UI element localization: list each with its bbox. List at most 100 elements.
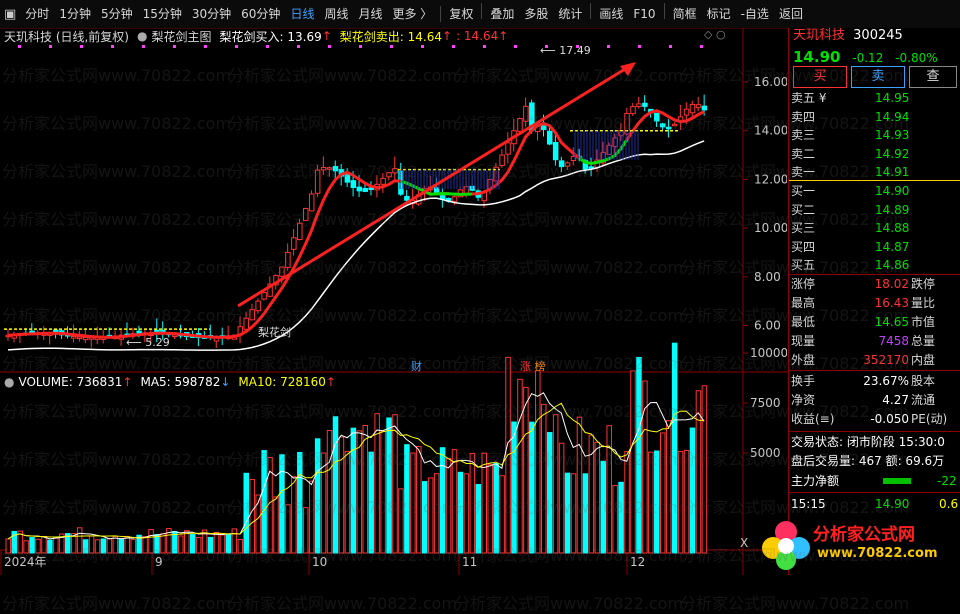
tool-button[interactable]: 多股 (519, 3, 553, 25)
asks-row[interactable]: 卖四 14.94 (791, 108, 959, 126)
stat-label: 总量 (911, 334, 936, 348)
volume-bar (541, 403, 547, 554)
candle-body (689, 103, 696, 114)
volume-bar (511, 421, 517, 554)
period-tabs: 分时 1分钟 5分钟 15分钟 30分钟 60分钟 日线 周线 月线 更多 〉 (20, 3, 437, 25)
period-tab[interactable]: 30分钟 (187, 3, 236, 25)
window-icon[interactable]: ▣ (0, 7, 20, 22)
arrow-left-icon: ⟵ (126, 336, 146, 349)
volume-bar (558, 442, 565, 554)
period-tab[interactable]: 60分钟 (236, 3, 285, 25)
toolbar-divider (663, 3, 665, 19)
flower-logo-icon (762, 521, 810, 570)
volume-bar (47, 539, 53, 554)
asks-row[interactable]: 卖一 14.91 (791, 163, 959, 181)
volume-bar (148, 529, 154, 554)
period-tab[interactable]: 月线 (353, 3, 387, 25)
expand-icon[interactable]: ◇ ○ (704, 28, 726, 41)
tool-button[interactable]: F10 (628, 3, 660, 25)
bids-price: 14.89 (875, 202, 910, 217)
period-tab[interactable]: 15分钟 (138, 3, 187, 25)
asks-price: 14.95 (875, 91, 910, 105)
candle-body (285, 251, 291, 268)
candle-body (671, 123, 678, 127)
candle-body (642, 102, 648, 107)
tool-button[interactable]: 复权 (444, 3, 478, 25)
tool-button[interactable]: 返回 (774, 3, 808, 25)
bids-row[interactable]: 买五 14.86 (791, 256, 959, 274)
signal-dot (142, 45, 145, 48)
candle-body (386, 172, 392, 178)
trade-state: 交易状态: 闭市阶段 15:30:0 (791, 435, 945, 449)
chart-area[interactable]: 16.00 14.00 12.00 10.00 8.00 6.00 10000 7500 500… (0, 28, 787, 575)
period-tab[interactable]: 分时 (20, 3, 54, 25)
sell-button[interactable]: 卖 (851, 66, 905, 88)
indicator-dot-icon[interactable]: ● (4, 375, 14, 389)
tool-button[interactable]: 简框 (668, 3, 702, 25)
tool-button[interactable]: -自选 (736, 3, 774, 25)
tool-button[interactable]: 画线 (594, 3, 628, 25)
stock-code: 300245 (853, 28, 903, 43)
tool-button[interactable]: 统计 (553, 3, 587, 25)
tick-volume: 0.6 (939, 497, 959, 511)
period-tab[interactable]: 1分钟 (54, 3, 96, 25)
volume-bar (368, 451, 374, 554)
volume-bar (106, 538, 113, 554)
signal-dot (452, 45, 455, 48)
volume-bar (303, 507, 309, 554)
sell-signal-extra: : 14.64 (456, 29, 499, 43)
bids-row[interactable]: 买四 14.87 (791, 238, 959, 256)
net-flow-bar (883, 478, 911, 484)
sell-signal-value: 梨花剑卖出: 14.64 (339, 29, 442, 44)
stat-row: 收益(≡) -0.050 PE(动) (791, 410, 959, 429)
asks-row[interactable]: 卖五 ¥ 14.95 (791, 89, 959, 107)
volume-bar (552, 414, 559, 554)
candle-body (243, 317, 249, 330)
period-tab[interactable]: 周线 (319, 3, 353, 25)
stat-label: 换手 (791, 374, 816, 388)
signal-dot (638, 45, 641, 48)
financial-report-marker[interactable]: 财 (411, 358, 422, 374)
tool-button[interactable]: 标记 (702, 3, 736, 25)
candle-body (261, 292, 267, 300)
bids-row[interactable]: 买三 14.88 (791, 219, 959, 237)
ma10-value: MA10: 728160 (238, 375, 326, 389)
stat-label: PE(动) (911, 412, 948, 426)
volume-value: VOLUME: 736831 (18, 375, 123, 389)
period-tab[interactable]: 5分钟 (96, 3, 138, 25)
trend-arrowhead-icon (620, 62, 636, 76)
volume-bar (386, 417, 392, 554)
volume-bar (648, 451, 654, 554)
volume-bar (279, 454, 285, 554)
divider (789, 431, 960, 432)
kline-chart[interactable]: 16.00 14.00 12.00 10.00 8.00 6.00 10000 7500 500… (0, 28, 787, 575)
asks-row[interactable]: 卖三 14.93 (791, 126, 959, 144)
volume-bar (326, 429, 333, 554)
volume-bar (94, 539, 101, 554)
buy-button[interactable]: 买 (793, 66, 847, 88)
ma-line-white (7, 140, 705, 351)
stat-row: 涨停 18.02 跌停 (791, 275, 959, 294)
period-tab[interactable]: 日线 (285, 3, 319, 25)
stat-row: 净资 4.27 流通 (791, 391, 959, 410)
candle-body (695, 104, 702, 109)
limit-up-marker[interactable]: 涨 榜 (520, 358, 546, 374)
indicator-name[interactable]: 梨花剑主图 (151, 28, 211, 45)
query-button[interactable]: 查 (909, 66, 957, 88)
volume-bar (273, 496, 279, 554)
tool-button[interactable]: 叠加 (485, 3, 519, 25)
period-tab[interactable]: 更多 〉 (387, 3, 437, 25)
volume-bar (237, 539, 244, 554)
volume-bar (195, 536, 202, 554)
bids-row[interactable]: 买二 14.89 (791, 201, 959, 219)
bids-row[interactable]: 买一 14.90 (791, 182, 959, 200)
asks-label: 卖二 (791, 146, 816, 161)
signal-dot (669, 45, 672, 48)
volume-bar (463, 473, 470, 554)
asks-row[interactable]: 卖二 14.92 (791, 145, 959, 163)
indicator-dot-icon[interactable]: ● (137, 29, 147, 43)
stat-row: 换手 23.67% 股本 (791, 372, 959, 391)
volume-bar (225, 534, 232, 554)
asks-price: 14.91 (875, 165, 910, 179)
candle-body (82, 337, 89, 341)
